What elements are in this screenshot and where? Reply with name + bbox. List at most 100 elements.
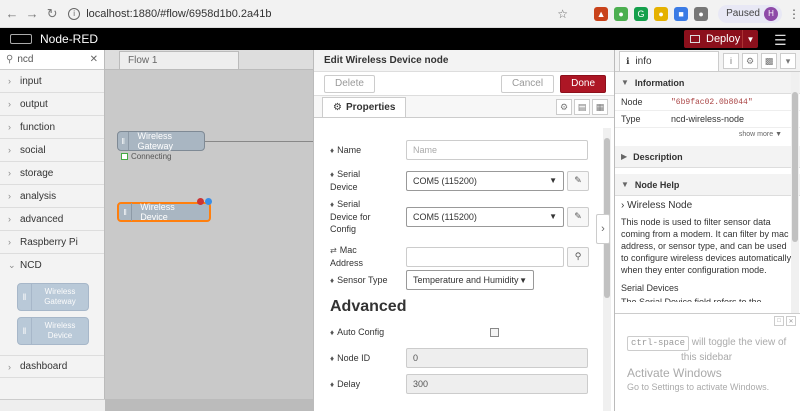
extension-icon[interactable]: ● (614, 6, 629, 21)
site-info-icon[interactable]: i (68, 7, 81, 20)
name-row: ♦ Name Name (330, 140, 588, 160)
sidebar-menu-icon[interactable]: ▾ (780, 53, 796, 69)
chevron-down-icon: ▼ (519, 275, 527, 285)
sidebar-toggle-button[interactable]: › (596, 214, 610, 244)
info-row-type: Type ncd-wireless-node (615, 111, 800, 128)
changed-indicator-icon (197, 198, 204, 205)
name-field[interactable]: Name (406, 140, 588, 160)
info-tab-icon[interactable]: i (723, 53, 739, 69)
serial-config-label: ♦ Serial Device for Config (330, 199, 371, 234)
serial-device-row: ♦ Serial Device COM5 (115200) ▼ ✎ (330, 168, 589, 193)
palette-category-storage[interactable]: › storage (0, 162, 104, 185)
star-icon[interactable]: ☆ (557, 7, 568, 21)
serial-device-label: ♦ Serial Device (330, 169, 361, 192)
extension-icon[interactable]: ■ (674, 6, 689, 21)
help-title: › Wireless Node (621, 200, 693, 211)
description-section-header[interactable]: ▶ Description (615, 146, 800, 168)
category-label: function (20, 121, 56, 133)
debug-tab-icon[interactable]: ⚙ (742, 53, 758, 69)
sensor-type-select[interactable]: Temperature and Humidity ▼ (406, 270, 534, 290)
palette-search-input[interactable]: ⚲ ncd ✕ (0, 50, 104, 70)
shuffle-icon: ⇄ (330, 246, 337, 255)
palette-category-advanced[interactable]: › advanced (0, 208, 104, 231)
browser-menu-icon[interactable]: ⋮ (788, 7, 800, 21)
search-icon: ⚲ (6, 54, 14, 65)
category-label: dashboard (20, 361, 68, 372)
tag-icon: ♦ (330, 328, 335, 337)
tab-properties[interactable]: ⚙ Properties (322, 97, 407, 117)
edit-serial-config-button[interactable]: ✎ (567, 206, 589, 227)
edit-serial-device-button[interactable]: ✎ (567, 170, 589, 191)
back-icon[interactable]: ← (4, 5, 20, 23)
address-bar[interactable]: i localhost:1880/#flow/6958d1b0.2a41b ☆ (68, 4, 568, 24)
serial-config-select[interactable]: COM5 (115200) ▼ (406, 206, 564, 227)
palette-node-wireless-device[interactable]: ‖ Wireless Device (17, 317, 89, 345)
extension-icon[interactable]: ● (694, 6, 709, 21)
node-id-field[interactable]: 0 (406, 348, 588, 368)
chevron-right-icon: ▶ (621, 152, 628, 161)
palette-category-dashboard[interactable]: › dashboard (0, 355, 104, 378)
mac-address-field[interactable] (406, 246, 564, 267)
flow-node-wireless-gateway[interactable]: ‖ Wireless Gateway (117, 131, 205, 151)
dashboard-tab-icon[interactable]: ▩ (761, 53, 777, 69)
scrollbar-thumb[interactable] (792, 92, 798, 242)
forward-icon[interactable]: → (24, 5, 40, 23)
palette-category-output[interactable]: › output (0, 93, 104, 116)
chevron-down-icon: ▼ (549, 176, 557, 185)
delete-button[interactable]: Delete (324, 74, 375, 93)
settings-tab-icon[interactable]: ⚙ (556, 99, 572, 115)
palette-category-social[interactable]: › social (0, 139, 104, 162)
tab-flow-1[interactable]: Flow 1 (119, 51, 239, 69)
show-more-link[interactable]: show more ▼ (615, 128, 800, 142)
deploy-icon (690, 35, 700, 43)
tip-close-icon[interactable]: ✕ (786, 316, 796, 326)
grammarly-icon[interactable]: G (634, 6, 649, 21)
clear-search-icon[interactable]: ✕ (90, 54, 98, 65)
deploy-button[interactable]: Deploy ▼ (684, 30, 758, 48)
flow-workspace[interactable]: Flow 1 ‖ Wireless Gateway Connecting ‖ W… (105, 50, 313, 411)
app-header: Node-RED Deploy ▼ ☰ (0, 28, 800, 50)
workspace-footer (105, 399, 313, 411)
category-label: social (20, 144, 46, 156)
info-value: "6b9fac02.0b8044" (671, 97, 753, 107)
palette-category-function[interactable]: › function (0, 116, 104, 139)
tip-prev-icon[interactable]: □ (774, 316, 784, 326)
palette-node-wireless-gateway[interactable]: ‖ Wireless Gateway (17, 283, 89, 311)
chevron-down-icon: ▼ (549, 212, 557, 221)
node-palette: ⚲ ncd ✕ › input › output › function › social… (0, 50, 105, 411)
node-help-section-header[interactable]: ▼ Node Help (615, 174, 800, 196)
flow-node-wireless-device[interactable]: ‖ Wireless Device (117, 202, 211, 222)
chevron-right-icon: › (601, 223, 605, 235)
delay-field[interactable]: 300 (406, 374, 588, 394)
serial-device-select[interactable]: COM5 (115200) ▼ (406, 170, 564, 191)
appearance-tab-icon[interactable]: ▦ (592, 99, 608, 115)
category-label: advanced (20, 213, 64, 225)
tag-icon: ♦ (330, 145, 335, 155)
category-label: Raspberry Pi (20, 236, 78, 248)
reload-icon[interactable]: ↻ (44, 5, 60, 23)
info-key: Type (621, 114, 641, 124)
activate-subtitle: Go to Settings to activate Windows. (627, 382, 770, 392)
information-section-header[interactable]: ▼ Information (615, 72, 800, 94)
description-tab-icon[interactable]: ▤ (574, 99, 590, 115)
auto-config-checkbox[interactable] (490, 328, 499, 337)
cancel-button[interactable]: Cancel (500, 74, 555, 93)
deploy-menu-caret-icon[interactable]: ▼ (742, 30, 758, 48)
extension-icon[interactable]: ● (654, 6, 669, 21)
dialog-toolbar: Delete Cancel Done (314, 72, 614, 96)
search-mac-button[interactable]: ⚲ (567, 246, 589, 267)
auto-config-label: ♦ Auto Config (330, 327, 385, 337)
extension-icon[interactable]: ▲ (594, 6, 609, 21)
hamburger-menu-icon[interactable]: ☰ (774, 32, 787, 49)
done-button[interactable]: Done (560, 74, 606, 93)
tag-icon: ♦ (330, 200, 335, 209)
category-label: analysis (20, 190, 57, 202)
palette-category-raspberry-pi[interactable]: › Raspberry Pi (0, 231, 104, 254)
dialog-scrollbar[interactable] (603, 128, 611, 411)
profile-button[interactable]: Paused H (718, 4, 782, 23)
palette-category-input[interactable]: › input (0, 70, 104, 93)
tab-info[interactable]: ℹ info (619, 51, 719, 71)
palette-category-analysis[interactable]: › analysis (0, 185, 104, 208)
chevron-down-icon: ▼ (621, 78, 629, 87)
palette-category-ncd[interactable]: ⌄ NCD (0, 254, 104, 277)
